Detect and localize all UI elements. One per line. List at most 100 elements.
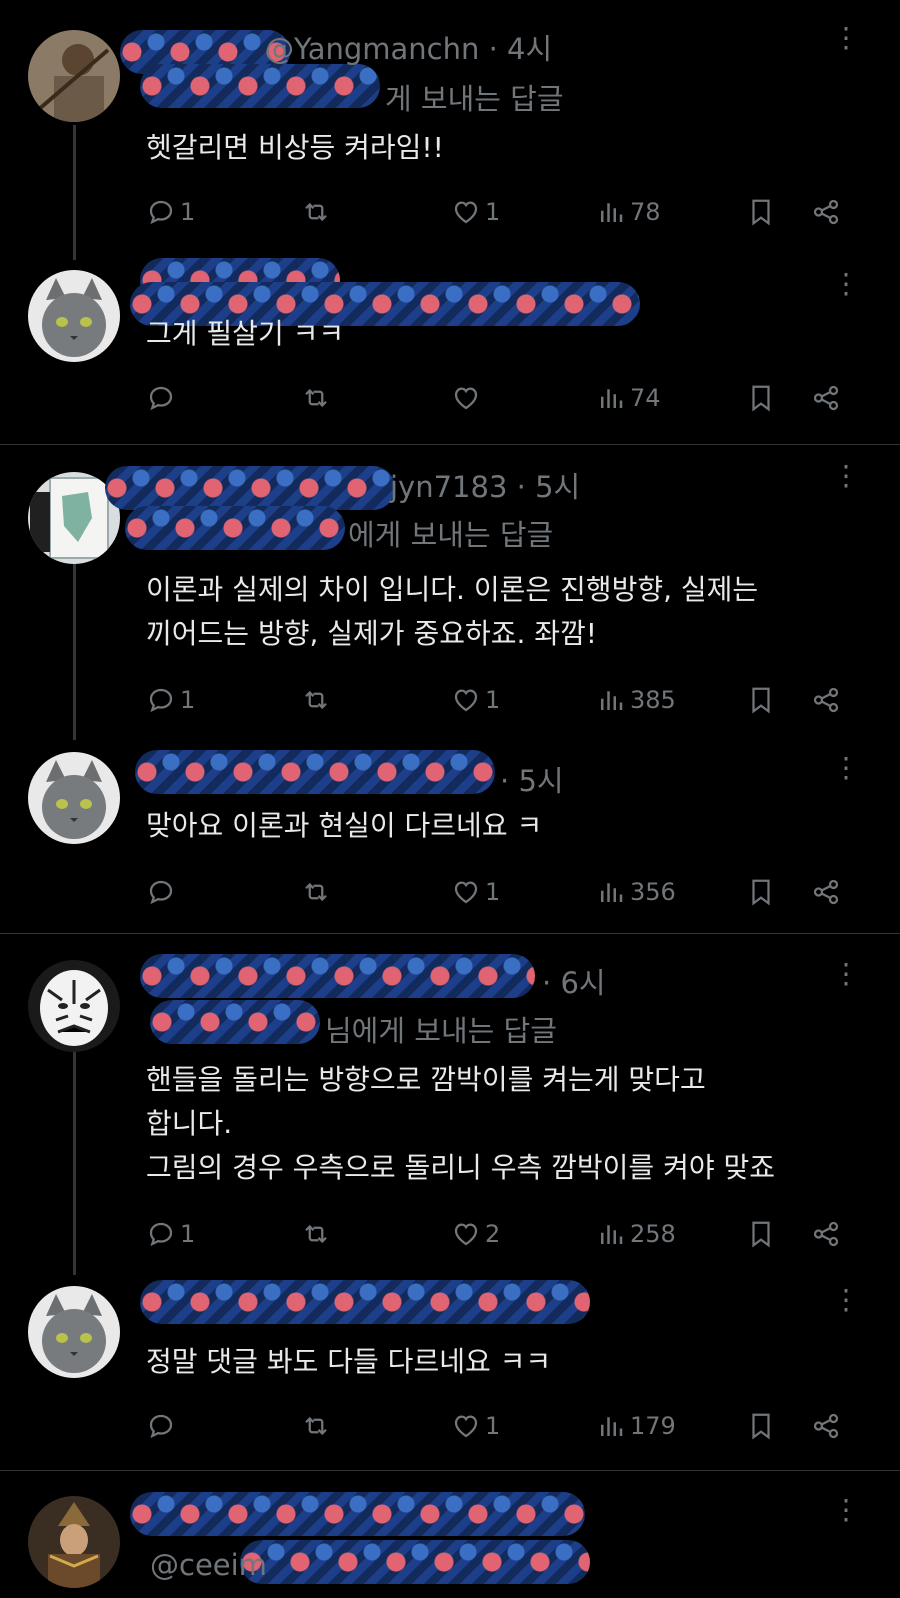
- like-icon: [454, 689, 478, 712]
- tweet-text: 헷갈리면 비상등 켜라임!!: [146, 131, 444, 164]
- more-icon[interactable]: ⋮: [832, 270, 860, 298]
- avatar[interactable]: [28, 752, 120, 844]
- tweet-actions: 1 179: [146, 1406, 870, 1446]
- bookmark-icon: [752, 1413, 770, 1440]
- retweet-button[interactable]: [301, 1214, 331, 1254]
- like-count: 1: [485, 878, 501, 906]
- like-button[interactable]: 1: [451, 680, 500, 720]
- views-button[interactable]: 356: [596, 872, 676, 912]
- share-icon: [813, 1221, 839, 1247]
- more-icon[interactable]: ⋮: [832, 1496, 860, 1524]
- reply-to-label: 게 보내는 답글: [385, 82, 564, 116]
- handle[interactable]: @Yangmanchn: [265, 32, 479, 66]
- tweet-header: jyn7183 · 5시: [390, 470, 581, 504]
- views-icon: [601, 389, 623, 408]
- reply-icon: [149, 200, 173, 225]
- retweet-button[interactable]: [301, 378, 331, 418]
- divider: [0, 444, 900, 445]
- tweet-actions: 1 1 385: [146, 680, 870, 720]
- reply-count: 1: [180, 686, 196, 714]
- share-button[interactable]: [811, 1214, 841, 1254]
- share-button[interactable]: [811, 680, 841, 720]
- handle[interactable]: jyn7183: [390, 470, 507, 504]
- views-icon: [601, 1225, 623, 1244]
- more-icon[interactable]: ⋮: [832, 754, 860, 782]
- more-icon[interactable]: ⋮: [832, 462, 860, 490]
- bookmark-button[interactable]: [746, 1406, 776, 1446]
- share-icon: [813, 1413, 839, 1439]
- share-icon: [813, 199, 839, 225]
- like-button[interactable]: 2: [451, 1214, 500, 1254]
- redacted-name: [140, 954, 535, 998]
- bookmark-button[interactable]: [746, 872, 776, 912]
- like-count: 2: [485, 1220, 501, 1248]
- view-count: 179: [630, 1412, 676, 1440]
- bookmark-button[interactable]: [746, 378, 776, 418]
- view-count: 74: [630, 384, 661, 412]
- tweet-text: 이론과 실제의 차이 입니다. 이론은 진행방향, 실제는 끼어드는 방향, 실…: [146, 573, 759, 650]
- bookmark-button[interactable]: [746, 192, 776, 232]
- views-button[interactable]: 179: [596, 1406, 676, 1446]
- avatar[interactable]: [28, 1496, 120, 1588]
- more-icon[interactable]: ⋮: [832, 1286, 860, 1314]
- like-button[interactable]: 1: [451, 872, 500, 912]
- share-button[interactable]: [811, 378, 841, 418]
- retweet-button[interactable]: [301, 192, 331, 232]
- tweet-text: 맞아요 이론과 현실이 다르네요 ㅋ: [146, 809, 543, 842]
- like-icon: [454, 1415, 478, 1438]
- retweet-icon: [305, 202, 327, 222]
- retweet-button[interactable]: [301, 872, 331, 912]
- avatar[interactable]: [28, 960, 120, 1052]
- reply-count: 1: [180, 198, 196, 226]
- view-count: 78: [630, 198, 661, 226]
- thread-line: [73, 125, 76, 260]
- like-button[interactable]: [451, 378, 481, 418]
- share-button[interactable]: [811, 1406, 841, 1446]
- share-button[interactable]: [811, 192, 841, 232]
- like-button[interactable]: 1: [451, 1406, 500, 1446]
- bookmark-button[interactable]: [746, 1214, 776, 1254]
- more-icon[interactable]: ⋮: [832, 960, 860, 988]
- avatar[interactable]: [28, 1286, 120, 1378]
- share-button[interactable]: [811, 872, 841, 912]
- like-button[interactable]: 1: [451, 192, 500, 232]
- divider: [0, 1470, 900, 1471]
- tweet-actions: 1 356: [146, 872, 870, 912]
- views-button[interactable]: 385: [596, 680, 676, 720]
- reply-to-label: 님에게 보내는 답글: [325, 1014, 557, 1048]
- retweet-button[interactable]: [301, 1406, 331, 1446]
- avatar[interactable]: [28, 30, 120, 122]
- avatar[interactable]: [28, 270, 120, 362]
- reply-icon: [149, 1414, 173, 1439]
- reply-button[interactable]: 1: [146, 192, 195, 232]
- redacted-name: [105, 466, 395, 510]
- timestamp[interactable]: 4시: [507, 32, 552, 66]
- retweet-icon: [305, 690, 327, 710]
- views-button[interactable]: 78: [596, 192, 661, 232]
- bookmark-icon: [752, 1221, 770, 1248]
- views-icon: [601, 203, 623, 222]
- redacted-name: [240, 1540, 590, 1584]
- views-button[interactable]: 74: [596, 378, 661, 418]
- tweet-header: @Yangmanchn · 4시: [265, 32, 553, 66]
- tweet-actions: 1 1 78: [146, 192, 870, 232]
- view-count: 356: [630, 878, 676, 906]
- reply-button[interactable]: 1: [146, 680, 195, 720]
- redacted-name: [150, 1000, 320, 1044]
- tweet-text: 정말 댓글 봐도 다들 다르네요 ㅋㅋ: [146, 1345, 552, 1378]
- reply-button[interactable]: [146, 378, 176, 418]
- handle[interactable]: @ceeim: [150, 1548, 267, 1582]
- bookmark-button[interactable]: [746, 680, 776, 720]
- like-count: 1: [485, 686, 501, 714]
- more-icon[interactable]: ⋮: [832, 24, 860, 52]
- reply-button[interactable]: 1: [146, 1214, 195, 1254]
- timestamp[interactable]: 5시: [518, 764, 563, 798]
- retweet-button[interactable]: [301, 680, 331, 720]
- thread-line: [73, 1050, 76, 1275]
- views-button[interactable]: 258: [596, 1214, 676, 1254]
- reply-button[interactable]: [146, 872, 176, 912]
- timestamp[interactable]: 6시: [560, 966, 605, 1000]
- reply-button[interactable]: [146, 1406, 176, 1446]
- tweet-text: 그게 필살기 ㅋㅋ: [146, 317, 345, 350]
- timestamp[interactable]: 5시: [535, 470, 580, 504]
